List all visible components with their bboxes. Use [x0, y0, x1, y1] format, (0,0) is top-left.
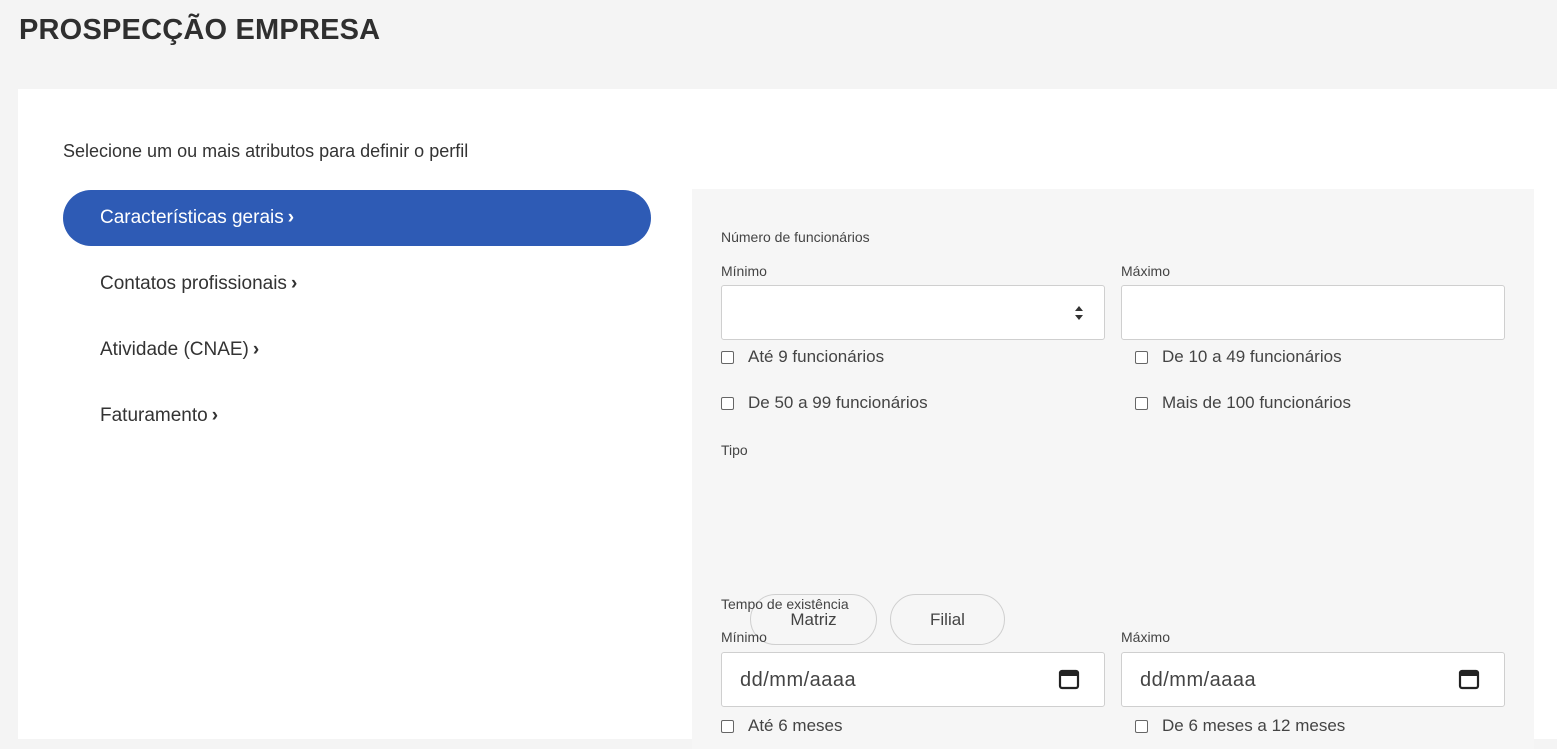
- nav-item-label: Faturamento: [100, 405, 208, 426]
- checkbox-ate-9[interactable]: Até 9 funcionários: [721, 347, 884, 367]
- employees-section-label: Número de funcionários: [721, 229, 870, 245]
- attribute-nav: Características gerais › Contatos profiss…: [63, 190, 651, 454]
- intro-text: Selecione um ou mais atributos para defi…: [63, 141, 469, 161]
- chevron-right-icon: ›: [287, 207, 295, 228]
- main-card: Selecione um ou mais atributos para defi…: [18, 89, 1557, 749]
- employees-min-label: Mínimo: [721, 263, 767, 279]
- nav-item-caracteristicas-gerais[interactable]: Características gerais ›: [63, 190, 651, 246]
- chevron-right-icon: ›: [290, 273, 298, 294]
- date-placeholder: dd/mm/aaaa: [1140, 669, 1257, 691]
- checkbox-icon[interactable]: [721, 396, 734, 410]
- existence-section-label: Tempo de existência: [721, 596, 849, 612]
- calendar-icon[interactable]: [1058, 668, 1080, 690]
- chevron-right-icon: ›: [211, 405, 219, 426]
- existence-min-label: Mínimo: [721, 629, 767, 645]
- checkbox-10-49[interactable]: De 10 a 49 funcionários: [1135, 347, 1342, 367]
- type-section-label: Tipo: [721, 442, 748, 458]
- nav-item-contatos-profissionais[interactable]: Contatos profissionais ›: [63, 256, 651, 312]
- checkbox-mais-100[interactable]: Mais de 100 funcionários: [1135, 393, 1351, 413]
- checkbox-icon[interactable]: [721, 350, 734, 364]
- checkbox-label: De 50 a 99 funcionários: [748, 393, 928, 412]
- checkbox-50-99[interactable]: De 50 a 99 funcionários: [721, 393, 928, 413]
- page-title: PROSPECÇÃO EMPRESA: [19, 14, 381, 46]
- nav-item-faturamento[interactable]: Faturamento ›: [63, 388, 651, 444]
- existence-max-date-input[interactable]: dd/mm/aaaa: [1121, 652, 1505, 707]
- nav-item-label: Características gerais: [100, 207, 284, 228]
- checkbox-label: De 6 meses a 12 meses: [1162, 716, 1346, 735]
- checkbox-icon[interactable]: [1135, 396, 1148, 410]
- employees-max-input[interactable]: [1121, 285, 1505, 340]
- checkbox-label: Até 6 meses: [748, 716, 843, 735]
- nav-item-atividade-cnae[interactable]: Atividade (CNAE) ›: [63, 322, 651, 378]
- employees-max-label: Máximo: [1121, 263, 1171, 279]
- spinner-arrows-icon[interactable]: [1074, 303, 1084, 323]
- existence-min-date-input[interactable]: dd/mm/aaaa: [721, 652, 1105, 707]
- employees-min-input[interactable]: [721, 285, 1105, 340]
- nav-item-label: Atividade (CNAE): [100, 339, 249, 360]
- checkbox-ate-6-meses[interactable]: Até 6 meses: [721, 716, 843, 736]
- nav-item-label: Contatos profissionais: [100, 273, 287, 294]
- checkbox-label: Até 9 funcionários: [748, 347, 885, 366]
- checkbox-icon[interactable]: [1135, 350, 1148, 364]
- calendar-icon[interactable]: [1458, 668, 1480, 690]
- checkbox-label: De 10 a 49 funcionários: [1162, 347, 1342, 366]
- filter-panel: Número de funcionários Mínimo Máximo Até…: [692, 189, 1534, 749]
- checkbox-label: Mais de 100 funcionários: [1162, 393, 1352, 412]
- checkbox-6-12-meses[interactable]: De 6 meses a 12 meses: [1135, 716, 1345, 736]
- chevron-right-icon: ›: [252, 339, 260, 360]
- type-filial-button[interactable]: Filial: [890, 594, 1005, 645]
- checkbox-icon[interactable]: [721, 719, 734, 733]
- date-placeholder: dd/mm/aaaa: [740, 669, 857, 691]
- existence-max-label: Máximo: [1121, 629, 1171, 645]
- checkbox-icon[interactable]: [1135, 719, 1148, 733]
